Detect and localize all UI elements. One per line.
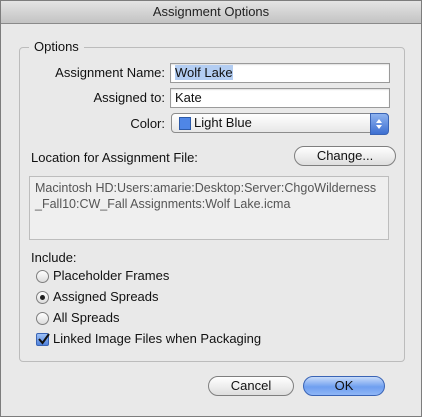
all-spreads-label[interactable]: All Spreads [53, 310, 119, 325]
assignment-name-label: Assignment Name: [55, 65, 165, 80]
linked-images-label[interactable]: Linked Image Files when Packaging [53, 331, 261, 346]
color-label: Color: [130, 116, 165, 131]
options-legend: Options [29, 39, 84, 54]
file-path-display: Macintosh HD:Users:amarie:Desktop:Server… [29, 176, 389, 240]
radio-all-spreads[interactable] [36, 312, 49, 325]
change-button[interactable]: Change... [294, 146, 396, 166]
dialog-title: Assignment Options [1, 1, 421, 24]
assigned-spreads-label[interactable]: Assigned Spreads [53, 289, 159, 304]
up-down-arrows-icon [370, 113, 389, 135]
color-value: Light Blue [194, 115, 252, 130]
color-popup[interactable]: Light Blue [171, 113, 389, 135]
placeholder-frames-label[interactable]: Placeholder Frames [53, 268, 169, 283]
color-swatch [179, 117, 191, 130]
radio-placeholder-frames[interactable] [36, 270, 49, 283]
assignment-name-field[interactable]: Wolf Lake [170, 63, 390, 83]
cancel-button[interactable]: Cancel [208, 376, 294, 396]
include-label: Include: [31, 250, 77, 265]
checkmark-icon [38, 333, 50, 345]
assignment-name-value: Wolf Lake [175, 65, 233, 80]
assigned-to-field[interactable]: Kate [170, 88, 390, 108]
radio-assigned-spreads[interactable] [36, 291, 49, 304]
assigned-to-label: Assigned to: [93, 90, 165, 105]
linked-images-checkbox[interactable] [36, 333, 50, 346]
ok-button[interactable]: OK [303, 376, 385, 396]
assignment-options-dialog: Assignment Options Options Assignment Na… [0, 0, 422, 417]
location-label: Location for Assignment File: [31, 150, 198, 165]
